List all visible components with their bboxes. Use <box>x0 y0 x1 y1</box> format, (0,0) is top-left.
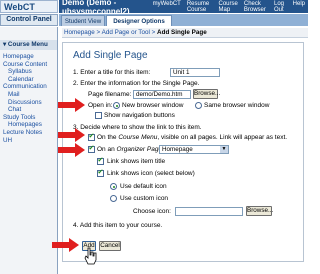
choose-icon-input[interactable] <box>175 207 243 216</box>
red-arrow-icon <box>58 143 85 157</box>
tab-student-view[interactable]: Student View <box>61 15 105 26</box>
sidebar-item-calendar[interactable]: Calendar <box>3 76 47 84</box>
link-shows-title-checkbox[interactable] <box>97 156 104 165</box>
step2-label: 2. Enter the information for the Single … <box>73 80 200 87</box>
sidebar-item-discussions[interactable]: Discussions <box>3 99 47 107</box>
sidebar-item-uh[interactable]: UH <box>3 137 47 145</box>
sidebar-item-study-tools[interactable]: Study Tools <box>3 114 47 122</box>
top-link-log-out[interactable]: Log Out <box>274 1 287 13</box>
sidebar-item-homepages[interactable]: Homepages <box>3 121 47 129</box>
step1-label: 1. Enter a title for this item: <box>73 69 151 76</box>
dropdown-arrow-icon[interactable]: ▼ <box>220 146 228 153</box>
organizer-page-checkbox[interactable] <box>88 144 95 153</box>
open-new-window-radio[interactable] <box>113 102 120 109</box>
course-menu-text-rest: , visible on all pages. Link will appear… <box>157 134 288 141</box>
tab-designer-options[interactable]: Designer Options <box>106 15 172 26</box>
browse-file-button[interactable]: Browse... <box>193 89 220 99</box>
sidebar-item-communication[interactable]: Communication <box>3 83 47 91</box>
default-icon-radio[interactable] <box>110 183 117 190</box>
filename-label: Page filename: <box>88 91 132 98</box>
control-panel-button[interactable]: Control Panel <box>0 14 58 26</box>
top-header: Demo (Demo - uhsysmcconnel2) myWebCT Res… <box>59 0 308 16</box>
hand-cursor-icon <box>84 247 97 265</box>
course-menu-label: Course Menu <box>7 41 48 48</box>
filename-input[interactable]: demo/Demo.htm <box>133 90 191 99</box>
breadcrumb-current: Add Single Page <box>157 29 207 36</box>
custom-icon-label: Use custom icon <box>120 195 169 202</box>
organizer-option-label: On an Organizer Page: <box>97 146 164 154</box>
sidebar-item-mail[interactable]: Mail <box>3 91 47 99</box>
link-shows-title-label: Link shows item title <box>107 158 166 165</box>
top-link-course-map[interactable]: Course Map <box>219 1 238 13</box>
title-input[interactable]: Unit 1 <box>170 68 220 77</box>
open-same-window-radio[interactable] <box>195 102 202 109</box>
step4-label: 4. Add this item to your course. <box>73 222 163 229</box>
course-menu-italic: Course Menu <box>118 134 158 141</box>
course-menu-heading: ▾ Course Menu <box>0 40 57 50</box>
show-nav-checkbox[interactable] <box>95 112 102 119</box>
custom-icon-radio[interactable] <box>110 195 117 202</box>
page-title: Add Single Page <box>73 50 148 61</box>
breadcrumb: Homepage > Add Page or Tool > Add Single… <box>62 28 308 38</box>
link-shows-icon-checkbox[interactable] <box>97 168 104 177</box>
open-new-window-label: New browser window <box>122 102 184 109</box>
sidebar-item-lecture-notes[interactable]: Lecture Notes <box>3 129 47 137</box>
red-arrow-icon <box>58 98 85 112</box>
open-same-window-label: Same browser window <box>204 102 270 109</box>
top-link-check-browser[interactable]: Check Browser <box>244 1 268 13</box>
webct-logo: WebCT <box>0 0 58 13</box>
top-link-resume-course[interactable]: Resume Course <box>187 1 213 13</box>
organizer-text-prefix: On an <box>97 146 115 153</box>
show-nav-label: Show navigation buttons <box>104 112 175 119</box>
link-shows-icon-label: Link shows icon (select below) <box>107 170 195 177</box>
sidebar-item-course-content[interactable]: Course Content <box>3 61 47 69</box>
organizer-italic: Organizer Page <box>116 146 163 153</box>
top-link-help[interactable]: Help <box>293 1 305 13</box>
organizer-select-value: Homepage <box>162 146 193 153</box>
breadcrumb-add-page-or-tool[interactable]: Add Page or Tool <box>102 29 150 36</box>
red-arrow-icon <box>52 238 79 252</box>
cancel-button[interactable]: Cancel <box>99 241 121 251</box>
course-menu-checkbox[interactable] <box>88 132 95 141</box>
red-arrow-icon <box>58 128 85 142</box>
browse-icon-button[interactable]: Browse... <box>246 206 273 216</box>
course-menu-option-label: On the Course Menu, visible on all pages… <box>97 134 287 142</box>
top-nav: myWebCT Resume Course Course Map Check B… <box>153 1 305 13</box>
course-menu-list: Homepage Course Content Syllabus Calenda… <box>3 53 47 144</box>
sidebar-item-homepage[interactable]: Homepage <box>3 53 47 61</box>
course-menu-text-prefix: On the <box>97 134 117 141</box>
breadcrumb-homepage[interactable]: Homepage <box>64 29 95 36</box>
sidebar-item-chat[interactable]: Chat <box>3 106 47 114</box>
tab-bar: Student View Designer Options <box>59 14 308 26</box>
top-link-mywebct[interactable]: myWebCT <box>153 1 181 13</box>
default-icon-label: Use default icon <box>120 183 167 190</box>
choose-icon-label: Choose icon: <box>133 208 171 215</box>
sidebar-item-syllabus[interactable]: Syllabus <box>3 68 47 76</box>
organizer-page-select[interactable]: Homepage ▼ <box>159 145 229 154</box>
open-in-label: Open in: <box>88 102 113 109</box>
